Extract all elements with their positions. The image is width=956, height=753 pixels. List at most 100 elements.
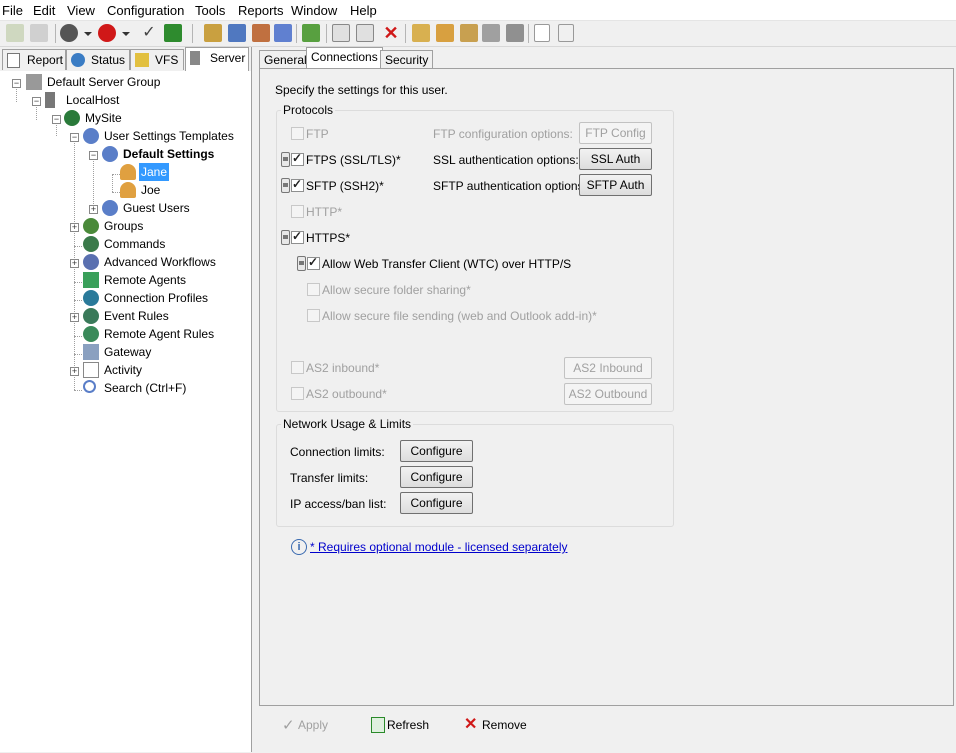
https-label: HTTPS* [306,231,351,245]
tab-vfs[interactable]: VFS [130,49,184,70]
as2-inbound-checkbox[interactable] [291,361,304,374]
file-sending-checkbox[interactable] [307,309,320,322]
ssl-auth-button[interactable]: SSL Auth [579,148,652,170]
https-checkbox[interactable] [291,229,304,244]
network-group-label: Network Usage & Limits [281,417,414,431]
delete-icon[interactable]: ✕ [382,24,400,42]
tab-security[interactable]: Security [380,50,434,69]
tree-expand-toggle[interactable]: + [89,205,98,214]
groups-icon[interactable] [252,24,270,42]
commands-icon [83,236,99,252]
export2-icon[interactable] [356,24,374,42]
menu-window[interactable]: Window [291,3,337,18]
bottom-action-bar: ✓ Apply Refresh ✕ Remove [256,707,956,753]
tree-expand-toggle[interactable]: + [70,223,79,232]
as2-outbound-label: AS2 outbound* [306,387,387,401]
transfer-limits-configure-button[interactable]: Configure [400,466,473,488]
settings-icon[interactable] [228,24,246,42]
refresh-button[interactable]: Refresh [387,718,429,732]
user-icon [120,182,136,198]
as2-inbound-button[interactable]: AS2 Inbound [564,357,652,379]
transfer-limits-label: Transfer limits: [290,471,369,485]
user-icon[interactable] [302,24,320,42]
tab-status[interactable]: Status [66,49,130,70]
tree-collapse-toggle[interactable]: − [70,133,79,142]
optional-module-link[interactable]: * Requires optional module - licensed se… [310,540,567,554]
sftp-auth-button[interactable]: SFTP Auth [579,174,652,196]
menu-tools[interactable]: Tools [195,3,225,18]
folder-sharing-label: Allow secure folder sharing* [322,283,471,297]
tree-expand-toggle[interactable]: + [70,259,79,268]
ftps-checkbox[interactable] [291,151,304,166]
folder-sharing-checkbox[interactable] [307,283,320,296]
tree-collapse-toggle[interactable]: − [32,97,41,106]
server-icon [45,92,55,108]
menu-configuration[interactable]: Configuration [107,3,184,18]
report4-icon[interactable] [482,24,500,42]
tree-expand-toggle[interactable]: + [70,313,79,322]
menu-file[interactable]: File [2,3,23,18]
remote-agent-icon [83,272,99,288]
remove-x-icon: ✕ [464,716,478,733]
left-tab-strip: Report Status VFS Server [0,47,251,71]
users-icon[interactable] [204,24,222,42]
menu-view[interactable]: View [67,3,95,18]
as2-outbound-checkbox[interactable] [291,387,304,400]
new-icon[interactable] [534,24,550,42]
http-checkbox[interactable] [291,205,304,218]
sftp-options-label: SFTP authentication options: [433,179,587,193]
as2-outbound-button[interactable]: AS2 Outbound [564,383,652,405]
menu-bar: File Edit View Configuration Tools Repor… [0,0,956,21]
rules-icon [83,326,99,342]
tree-collapse-toggle[interactable]: − [12,79,21,88]
tools-icon[interactable] [506,24,524,42]
report3-icon[interactable] [460,24,478,42]
menu-help[interactable]: Help [350,3,377,18]
groups-icon [83,218,99,234]
lock-icon[interactable] [281,178,290,193]
server-icon [190,51,200,65]
report2-icon[interactable] [436,24,454,42]
wtc-label: Allow Web Transfer Client (WTC) over HTT… [322,257,572,271]
user-icon [120,164,136,180]
tree-collapse-toggle[interactable]: − [52,115,61,124]
export-icon[interactable] [274,24,292,42]
menu-edit[interactable]: Edit [33,3,55,18]
ip-list-configure-button[interactable]: Configure [400,492,473,514]
event-icon [83,308,99,324]
report1-icon[interactable] [412,24,430,42]
tab-connections[interactable]: Connections [306,47,383,69]
tree-expand-toggle[interactable]: + [70,367,79,376]
lock-icon[interactable] [281,152,290,167]
connection-limits-configure-button[interactable]: Configure [400,440,473,462]
wtc-checkbox[interactable] [307,255,320,270]
remove-button[interactable]: Remove [482,718,527,732]
ftp-config-button[interactable]: FTP Config [579,122,652,144]
tree-collapse-toggle[interactable]: − [89,151,98,160]
stop-icon[interactable] [98,24,116,42]
lock-icon[interactable] [297,256,306,271]
intro-text: Specify the settings for this user. [275,83,448,97]
blank-icon[interactable] [558,24,574,42]
info-icon: i [291,539,307,555]
tab-general[interactable]: General [259,50,312,69]
refresh-icon[interactable] [164,24,182,42]
connection-limits-label: Connection limits: [290,445,385,459]
disconnect-icon[interactable] [30,24,48,42]
ftp-label: FTP [306,127,329,141]
import-icon[interactable] [332,24,350,42]
apply-button[interactable]: Apply [298,718,328,732]
server-icon[interactable] [60,24,78,42]
sftp-checkbox[interactable] [291,177,304,192]
tab-report[interactable]: Report [2,49,66,70]
connect-icon[interactable] [6,24,24,42]
server-group-icon [26,74,42,90]
lock-icon[interactable] [281,230,290,245]
ftp-options-label: FTP configuration options: [433,127,573,141]
http-label: HTTP* [306,205,342,219]
gateway-icon [83,344,99,360]
menu-reports[interactable]: Reports [238,3,284,18]
ftp-checkbox[interactable] [291,127,304,140]
tab-server[interactable]: Server [185,47,249,71]
check-icon[interactable]: ✓ [140,24,158,42]
